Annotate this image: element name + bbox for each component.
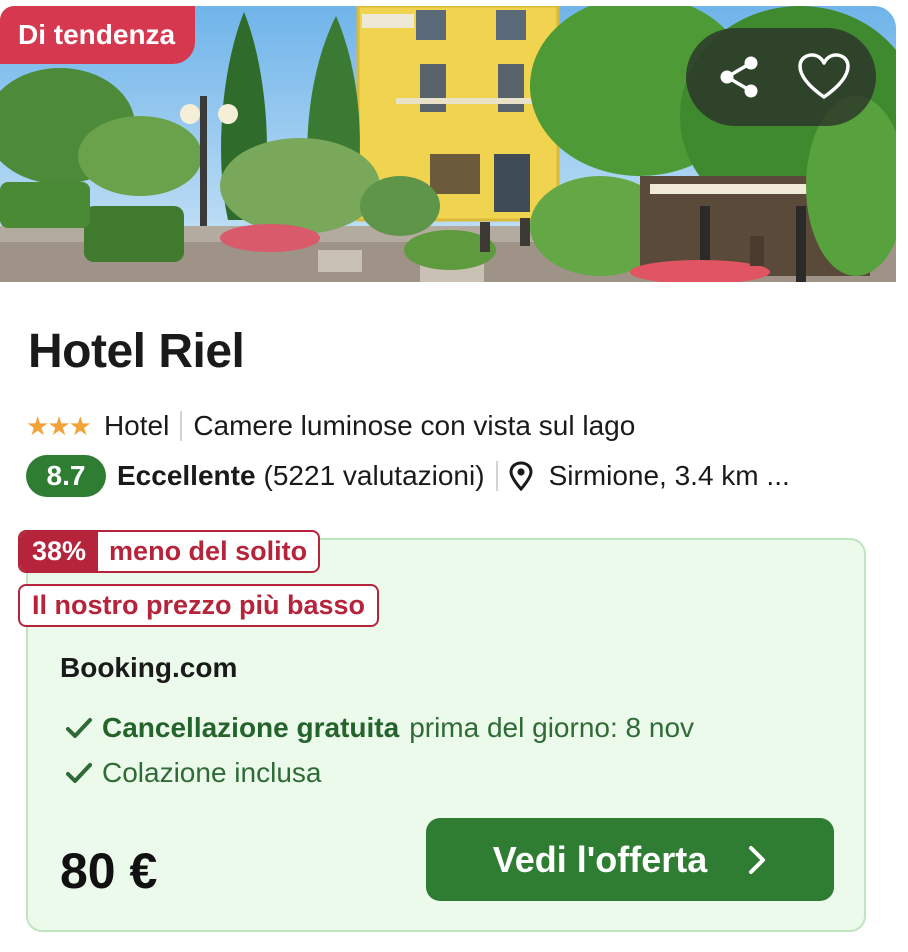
rating-label: Eccellente bbox=[117, 460, 256, 491]
rating-and-location: 8.7 Eccellente (5221 valutazioni) Sirmio… bbox=[26, 455, 790, 497]
star-icon: ★ bbox=[47, 410, 70, 441]
rating-score-badge: 8.7 bbox=[26, 455, 106, 497]
feature-detail: Colazione inclusa bbox=[102, 757, 322, 788]
star-icon: ★ bbox=[68, 410, 92, 441]
photo-actions bbox=[686, 28, 876, 126]
feature-breakfast: Colazione inclusa bbox=[66, 757, 321, 789]
view-offer-label: Vedi l'offerta bbox=[492, 838, 708, 880]
divider bbox=[180, 411, 183, 441]
location-pin-icon bbox=[509, 461, 533, 491]
feature-detail: prima del giorno: 8 nov bbox=[409, 712, 695, 743]
share-button[interactable] bbox=[704, 42, 774, 112]
feature-title: Cancellazione gratuita bbox=[102, 712, 400, 743]
hotel-type: Hotel bbox=[103, 410, 170, 441]
hotel-highlight: Camere luminose con vista sul lago bbox=[193, 410, 636, 441]
check-icon bbox=[66, 762, 92, 784]
discount-badge: 38% meno del solito bbox=[18, 530, 321, 573]
discount-percent: 38% bbox=[20, 532, 99, 571]
feature-free-cancellation: Cancellazione gratuita prima del giorno:… bbox=[66, 712, 694, 744]
discount-text: meno del solito bbox=[109, 536, 308, 566]
review-count[interactable]: (5221 valutazioni) bbox=[264, 460, 485, 492]
share-icon bbox=[720, 56, 757, 98]
hotel-location[interactable]: Sirmione, 3.4 km ... bbox=[549, 460, 790, 492]
favorite-button[interactable] bbox=[789, 42, 859, 112]
chevron-right-icon bbox=[749, 845, 766, 874]
offer-provider: Booking.com bbox=[60, 652, 238, 683]
hotel-summary: ★★★ Hotel Camere luminose con vista sul … bbox=[26, 406, 635, 446]
view-offer-button[interactable]: Vedi l'offerta bbox=[426, 818, 834, 901]
hotel-name[interactable]: Hotel Riel bbox=[28, 324, 245, 379]
check-icon bbox=[66, 717, 92, 739]
star-rating: ★★★ bbox=[26, 410, 92, 442]
offer-price: 80 € bbox=[60, 843, 158, 899]
star-icon: ★ bbox=[26, 410, 49, 441]
divider bbox=[495, 461, 498, 491]
lowest-price-badge: Il nostro prezzo più basso bbox=[18, 584, 380, 627]
heart-icon bbox=[797, 53, 850, 99]
trending-badge: Di tendenza bbox=[0, 6, 196, 64]
